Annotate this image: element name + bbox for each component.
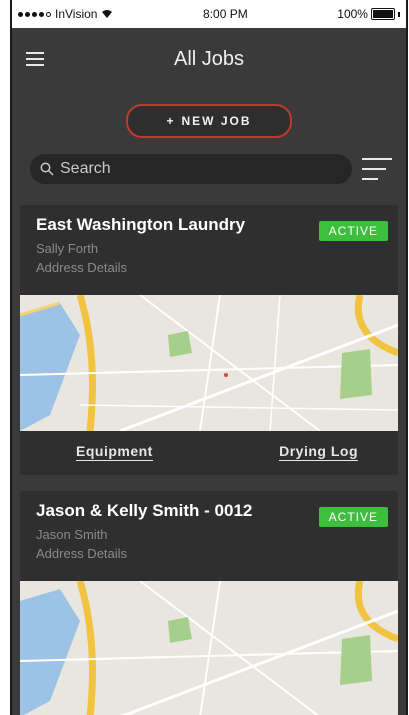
page-title: All Jobs [173, 47, 245, 70]
job-contact: Sally Forth [36, 241, 99, 256]
new-job-wrap: + NEW JOB [12, 104, 406, 138]
new-job-button[interactable]: + NEW JOB [126, 104, 292, 138]
job-list: East Washington Laundry Sally Forth Addr… [12, 205, 406, 715]
nav-bar: All Jobs [12, 28, 406, 90]
job-card[interactable]: Jason & Kelly Smith - 0012 Jason Smith A… [20, 491, 398, 715]
drying-log-link[interactable]: Drying Log [279, 443, 358, 461]
job-map[interactable] [20, 295, 398, 431]
status-badge: ACTIVE [318, 507, 388, 527]
job-contact: Jason Smith [36, 527, 108, 542]
status-left: InVision [18, 7, 113, 21]
job-address: Address Details [36, 260, 128, 275]
status-right: 100% [337, 7, 400, 21]
job-card[interactable]: East Washington Laundry Sally Forth Addr… [20, 205, 398, 475]
status-badge: ACTIVE [318, 221, 388, 241]
status-bar: InVision 8:00 PM 100% [12, 0, 406, 28]
filter-icon[interactable] [362, 158, 392, 180]
menu-icon[interactable] [26, 52, 44, 66]
search-input[interactable]: Search [30, 154, 352, 184]
equipment-link[interactable]: Equipment [76, 443, 153, 461]
search-icon [40, 162, 54, 176]
new-job-label: NEW JOB [181, 114, 252, 128]
carrier-label: InVision [55, 7, 98, 21]
battery-tip [397, 11, 400, 17]
wifi-icon [102, 10, 113, 18]
job-actions: Equipment Drying Log [20, 431, 398, 475]
phone-screen: InVision 8:00 PM 100% All Jobs + NEW JOB [10, 0, 408, 715]
battery-icon [370, 8, 395, 20]
job-card-header: East Washington Laundry Sally Forth Addr… [20, 205, 398, 277]
status-time: 8:00 PM [203, 7, 248, 21]
search-row: Search [30, 154, 406, 184]
plus-icon: + [166, 114, 176, 128]
signal-icon [18, 11, 51, 17]
job-map[interactable] [20, 581, 398, 715]
search-placeholder: Search [60, 160, 111, 177]
battery-label: 100% [337, 7, 368, 21]
job-card-header: Jason & Kelly Smith - 0012 Jason Smith A… [20, 491, 398, 563]
job-address: Address Details [36, 546, 128, 561]
